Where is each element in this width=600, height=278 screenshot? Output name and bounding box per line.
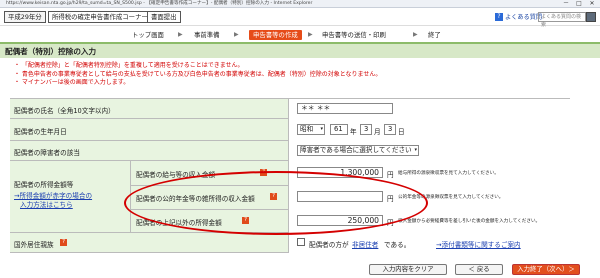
disability-value: 障害者である場合に選択してください bbox=[300, 146, 412, 154]
maximize-icon[interactable]: □ bbox=[573, 0, 585, 8]
faq-link[interactable]: ? よくある質問 bbox=[495, 12, 542, 21]
birth-label: 配偶者の生年月日 bbox=[14, 128, 67, 136]
year-badge: 平成29年分 bbox=[4, 11, 46, 23]
chevron-down-icon: ▾ bbox=[320, 126, 323, 132]
nonresident-help-icon[interactable]: ? bbox=[60, 239, 67, 246]
step-create-current: 申告書等の作成 bbox=[249, 30, 302, 40]
day-unit: 日 bbox=[398, 128, 405, 136]
year-unit: 年 bbox=[350, 128, 357, 136]
step-arrow-icon: ▶ bbox=[178, 31, 183, 38]
search-icon[interactable] bbox=[586, 12, 596, 22]
birth-year-input[interactable]: 61 bbox=[330, 124, 348, 135]
caution-item: ・ マイナンバーは後の画面で入力します。 bbox=[14, 79, 130, 86]
site-header: 平成29年分 所得税の確定申告書作成コーナー 書面提出 ? よくある質問 よくある… bbox=[0, 8, 600, 28]
disability-row: 配偶者の障害者の該当 障害者である場合に選択してください ▾ bbox=[10, 141, 570, 161]
next-button[interactable]: 入力終了（次へ）＞ bbox=[512, 264, 580, 275]
nonresident-label: 国外居住親族 bbox=[14, 241, 54, 249]
step-arrow-icon: ▶ bbox=[234, 31, 239, 38]
submit-method-button[interactable]: 書面提出 bbox=[147, 11, 181, 23]
caution-item: ・ 「配偶者控除」と「配偶者特別控除」を重複して適用を受けることはできません。 bbox=[14, 62, 244, 69]
step-prep: 事前準備 bbox=[194, 31, 220, 39]
salary-note: 給与所得の源泉徴収票を見て入力してください。 bbox=[398, 171, 499, 176]
back-button[interactable]: ＜ 戻る bbox=[455, 264, 503, 275]
chevron-down-icon: ▾ bbox=[414, 147, 417, 153]
close-icon[interactable]: ✕ bbox=[586, 0, 598, 8]
birth-day-input[interactable]: 3 bbox=[384, 124, 396, 135]
salary-unit: 円 bbox=[387, 171, 394, 179]
step-send-print: 申告書等の送信・印刷 bbox=[322, 31, 386, 39]
name-label: 配偶者の氏名（全角10文字以内） bbox=[14, 107, 115, 115]
caution-list: ・ 「配偶者控除」と「配偶者特別控除」を重複して適用を受けることはできません。 … bbox=[14, 62, 574, 88]
page-title: 配偶者（特別）控除の入力 bbox=[5, 47, 97, 56]
month-unit: 月 bbox=[374, 128, 381, 136]
nonresident-row: 国外居住親族 ? 配偶者の方が 非居住者 である。 →添付書類等に関するご案内 bbox=[10, 233, 570, 253]
spouse-name-input[interactable]: ＊＊ ＊＊ bbox=[297, 103, 393, 114]
step-arrow-icon: ▶ bbox=[413, 31, 418, 38]
step-navigation: トップ画面 ▶ 事前準備 ▶ 申告書等の作成 ▶ 申告書等の送信・印刷 ▶ 終了 bbox=[0, 27, 600, 41]
clear-input-button[interactable]: 入力内容をクリア bbox=[369, 264, 447, 275]
birth-month-input[interactable]: 3 bbox=[360, 124, 372, 135]
era-value: 昭和 bbox=[300, 125, 314, 133]
minimize-icon[interactable]: － bbox=[560, 0, 572, 8]
help-icon: ? bbox=[495, 13, 503, 21]
section-header: 配偶者（特別）控除の入力 bbox=[0, 42, 600, 58]
browser-title: https://www.keisan.nta.go.jp/h29/ta_sumd… bbox=[6, 1, 313, 6]
caution-item: ・ 青色申告者の事業専従者として給与の支払を受けている方及び白色申告者の事業専従… bbox=[14, 70, 382, 78]
corner-name: 所得税の確定申告書作成コーナー bbox=[48, 11, 152, 23]
step-top: トップ画面 bbox=[132, 31, 164, 39]
browser-titlebar: https://www.keisan.nta.go.jp/h29/ta_sumd… bbox=[0, 0, 600, 8]
nonresident-text-2: である。 bbox=[384, 241, 411, 249]
disability-label: 配偶者の障害者の該当 bbox=[14, 149, 80, 157]
other-note: 収入金額から必要経費等を差し引いた後の金額を入力してください。 bbox=[398, 219, 541, 224]
nonresident-checkbox[interactable] bbox=[297, 238, 305, 246]
income-group-label: 配偶者の所得金額等 bbox=[14, 181, 74, 189]
disability-select[interactable]: 障害者である場合に選択してください ▾ bbox=[297, 145, 419, 156]
faq-search-input[interactable]: よくある質問の検索 bbox=[538, 12, 586, 28]
name-row: 配偶者の氏名（全角10文字以内） ＊＊ ＊＊ bbox=[10, 99, 570, 119]
birth-row: 配偶者の生年月日 昭和 ▾ 61 年 3 月 3 日 bbox=[10, 119, 570, 141]
step-finish: 終了 bbox=[428, 31, 441, 39]
annotation-oval bbox=[124, 171, 428, 235]
faq-label: よくある質問 bbox=[505, 14, 543, 21]
nonresident-link[interactable]: 非居住者 bbox=[352, 239, 378, 249]
step-arrow-icon: ▶ bbox=[308, 31, 313, 38]
nonresident-text-1: 配偶者の方が bbox=[309, 241, 349, 249]
attachment-guide-link[interactable]: →添付書類等に関するご案内 bbox=[436, 239, 521, 249]
deficit-link-line2[interactable]: 入力方法はこちら bbox=[20, 199, 73, 209]
era-select[interactable]: 昭和 ▾ bbox=[297, 124, 325, 135]
